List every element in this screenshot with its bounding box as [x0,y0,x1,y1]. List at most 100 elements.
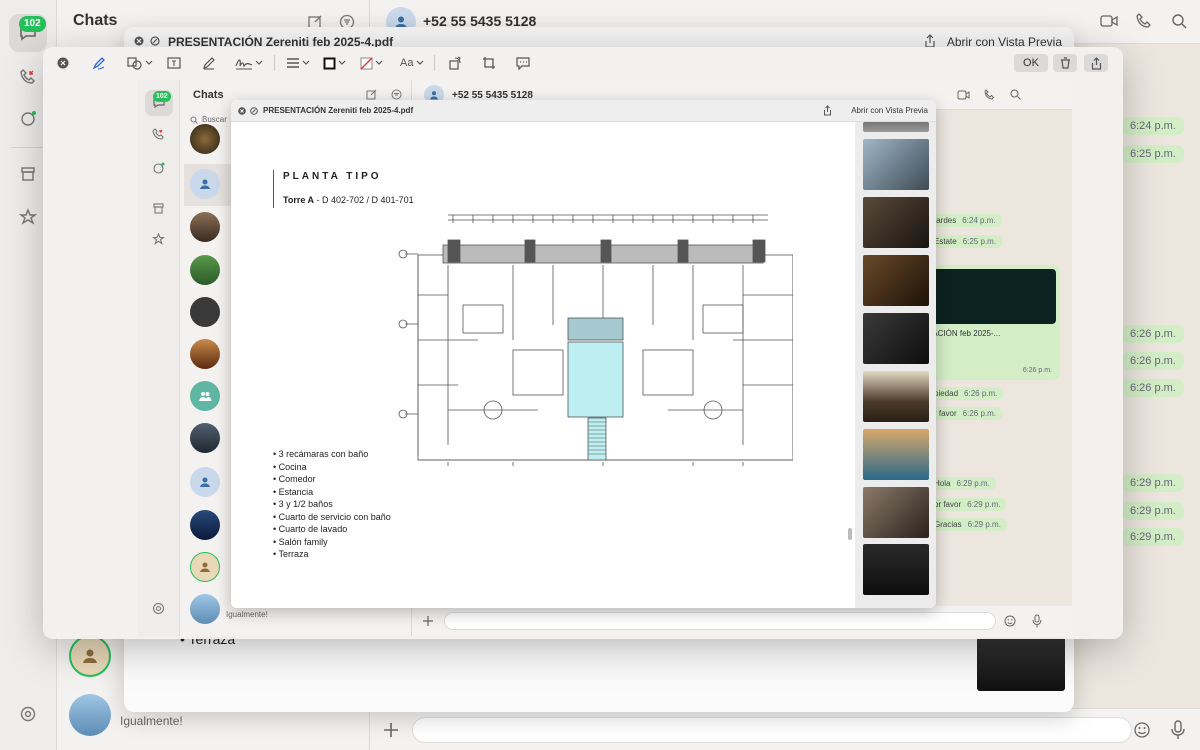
microphone-icon[interactable] [1170,720,1186,740]
signature-tool[interactable] [235,55,263,71]
sketch-tool[interactable] [92,55,106,71]
chat-avatar[interactable] [190,423,220,453]
chat-avatar[interactable] [190,212,220,242]
chat-avatar[interactable] [190,339,220,369]
emoji-icon[interactable] [1133,721,1151,739]
page-thumbnail[interactable] [863,139,929,190]
ok-button[interactable]: OK [1014,54,1048,72]
plus-icon[interactable] [382,721,400,739]
voice-call-icon[interactable] [984,89,995,100]
close-markup-button[interactable] [57,55,69,71]
message-bubble: tardes 6:24 p.m. [928,214,1002,227]
starred-nav-button[interactable] [9,198,47,236]
chat-avatar[interactable] [190,594,220,624]
trash-icon [1060,57,1070,69]
close-icon[interactable] [238,107,246,115]
emoji-icon[interactable] [1004,615,1016,627]
page-thumbnail[interactable] [863,487,929,538]
highlight-tool[interactable] [202,55,216,71]
page-thumbnail[interactable] [863,197,929,248]
chat-avatar[interactable] [190,552,220,582]
message-time: 6:25 p.m. [1122,145,1184,163]
chat-avatar[interactable] [190,510,220,540]
filter-icon[interactable] [391,89,402,100]
search-icon [190,116,198,124]
message-text: or favor [934,500,962,509]
page-scrollbar[interactable] [848,528,852,540]
chat-avatar[interactable] [190,297,220,327]
annotate-tool[interactable] [516,55,530,71]
archive-icon[interactable] [152,202,165,215]
open-with-preview-button[interactable]: Abrir con Vista Previa [851,106,928,115]
microphone-icon[interactable] [1032,614,1042,628]
shapes-icon [127,57,142,70]
document-message[interactable]: TACIÓN feb 2025-... 6:26 p.m. [920,265,1060,380]
page-thumbnail[interactable] [863,313,929,364]
calls-nav-button[interactable] [9,58,47,96]
message-time: 6:26 p.m. [1022,367,1052,374]
border-color-tool[interactable] [323,55,346,71]
close-icon[interactable] [134,36,144,46]
rotate-icon [449,56,461,70]
message-time: 6:29 p.m. [1122,474,1184,492]
fill-color-tool[interactable] [360,55,383,71]
search-icon[interactable] [1171,13,1187,29]
text-box-tool[interactable] [167,55,181,71]
inner-message-input-bar [412,606,1072,636]
chat-avatar[interactable] [190,124,220,154]
crop-tool[interactable] [482,55,496,71]
video-call-icon[interactable] [1100,14,1118,28]
message-text: Gracias [934,520,962,529]
crop-icon [483,57,495,69]
line-style-icon [287,58,299,68]
search-icon[interactable] [1010,89,1021,100]
edit-icon[interactable] [250,107,258,115]
chats-nav-button[interactable]: 102 [9,14,47,52]
tower-name: Torre A [283,195,315,205]
feature-item: 3 recámaras con baño [273,448,391,461]
message-time: 6:29 p.m. [967,500,1001,509]
avatar [69,635,111,677]
delete-button[interactable] [1053,54,1077,72]
message-text: r favor [934,409,957,418]
status-nav-button[interactable] [9,100,47,138]
star-icon[interactable] [152,233,165,246]
rotate-tool[interactable] [448,55,462,71]
page-thumbnail[interactable] [863,429,929,480]
share-button[interactable] [1084,54,1108,72]
new-chat-icon[interactable] [366,89,377,100]
settings-nav-button[interactable] [9,695,47,733]
rail-divider [10,147,46,148]
video-call-icon[interactable] [957,90,970,100]
chats-nav-button[interactable]: 102 [145,90,173,116]
voice-call-icon[interactable] [1136,13,1152,29]
heading-rule [273,170,274,208]
message-text: Hola [934,479,951,488]
line-style-tool[interactable] [286,55,310,71]
plus-icon[interactable] [422,615,434,627]
chat-avatar[interactable] [190,381,220,411]
text-style-tool[interactable]: Aa [400,55,424,71]
page-thumbnail[interactable] [863,544,929,595]
share-icon[interactable] [924,34,936,48]
message-input[interactable] [412,717,1132,743]
shapes-tool[interactable] [127,55,153,71]
page-thumbnail[interactable] [863,371,929,422]
status-icon[interactable] [152,162,165,175]
page-thumbnail[interactable] [863,255,929,306]
feature-item: 3 y 1/2 baños [273,498,391,511]
gear-icon[interactable] [152,602,165,615]
message-input[interactable] [444,612,996,630]
edit-icon[interactable] [150,36,160,46]
phone-icon[interactable] [152,128,165,141]
page-thumbnail[interactable] [863,122,929,132]
archived-nav-button[interactable] [9,155,47,193]
chevron-down-icon [338,60,346,65]
chat-avatar[interactable] [190,467,220,497]
share-icon[interactable] [823,105,832,116]
person-icon [200,179,210,189]
message-bubble: or favor 6:29 p.m. [928,498,1007,511]
chat-avatar[interactable] [190,255,220,285]
chat-avatar[interactable] [190,169,220,199]
page-thumbnail[interactable] [977,637,1065,691]
